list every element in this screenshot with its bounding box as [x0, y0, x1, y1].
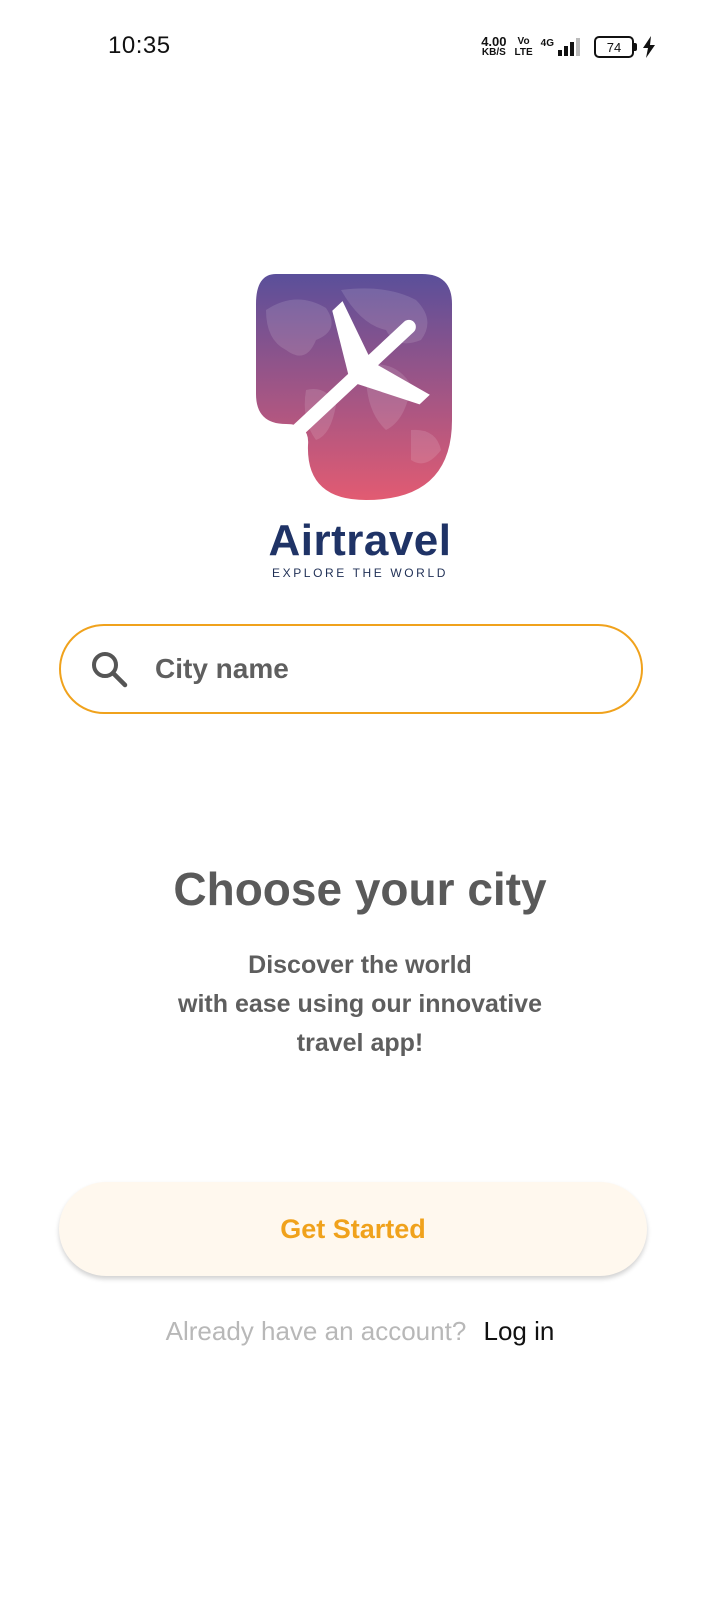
subtitle-line: travel app!: [296, 1029, 424, 1057]
network-type: 4G: [540, 38, 554, 49]
battery-level: 74: [606, 39, 622, 55]
signal-bar: [558, 50, 562, 56]
network-speed-value: 4.00: [481, 34, 507, 49]
subtitle-line: with ease using our innovative: [178, 990, 542, 1018]
subtitle-line: Discover the world: [248, 951, 472, 979]
page-subtitle: Discover the world with ease using our i…: [0, 946, 720, 1063]
page-title: Choose your city: [173, 863, 547, 915]
search-box[interactable]: [59, 624, 643, 714]
brand-name: Airtravel: [268, 516, 452, 565]
signal-icon: 4G: [541, 38, 580, 56]
status-time: 10:35: [108, 32, 171, 59]
signal-bar: [564, 46, 568, 56]
status-icons: 4.00 KB/S Vo LTE 4G 74: [481, 32, 656, 62]
city-search-input[interactable]: [153, 652, 641, 686]
search-icon: [92, 652, 128, 688]
status-bar: 10:35 4.00 KB/S Vo LTE 4G 74: [0, 0, 720, 96]
network-speed: 4.00 KB/S: [481, 34, 507, 58]
battery-icon: 74: [594, 36, 637, 58]
signal-bar: [570, 42, 574, 56]
signal-bar: [576, 38, 580, 56]
volte-top: Vo: [517, 36, 530, 47]
login-prompt: Already have an account?: [165, 1316, 467, 1346]
network-speed-unit: KB/S: [481, 47, 506, 58]
login-link[interactable]: Log in: [484, 1316, 555, 1346]
volte-indicator: Vo LTE: [515, 36, 533, 58]
get-started-button[interactable]: Get Started: [59, 1182, 647, 1276]
login-row: Already have an account? Log in: [0, 1316, 720, 1347]
charging-icon: [643, 36, 655, 58]
volte-bottom: LTE: [514, 47, 533, 58]
brand-tagline: EXPLORE THE WORLD: [271, 566, 448, 580]
